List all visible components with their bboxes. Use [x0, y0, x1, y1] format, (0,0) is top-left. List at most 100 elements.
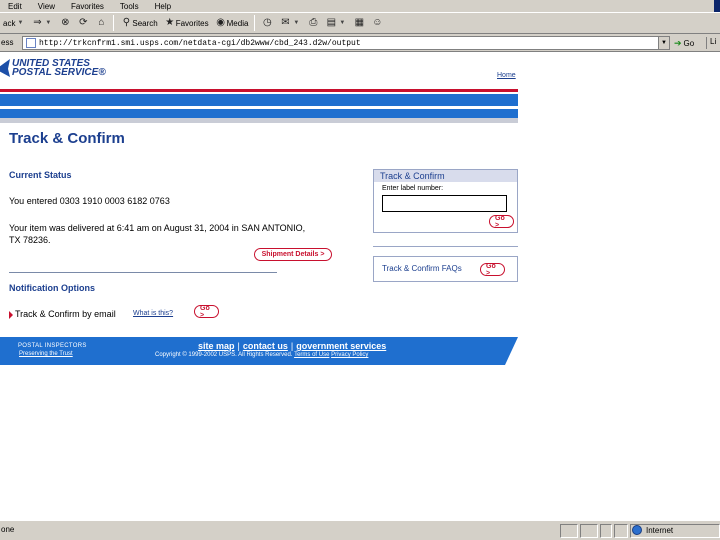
page-title: Track & Confirm	[9, 130, 125, 147]
forward-button[interactable]: ⇒ ▼	[28, 14, 56, 32]
terms-of-use-link[interactable]: Terms of Use	[294, 352, 329, 358]
print-button[interactable]: ⎙	[304, 14, 322, 32]
refresh-icon: ⟳	[79, 17, 88, 28]
status-bar: one Internet	[0, 520, 720, 540]
messenger-button[interactable]: ☺	[368, 14, 386, 32]
edit-dropdown-icon[interactable]: ▼	[339, 20, 345, 26]
page-icon	[26, 38, 36, 48]
search-icon: ⚲	[122, 17, 131, 28]
discuss-button[interactable]: ▦	[350, 14, 368, 32]
security-zone: Internet	[632, 525, 673, 535]
forward-arrow-icon: ⇒	[33, 17, 42, 28]
edit-icon: ▤	[326, 17, 337, 28]
header-stripe-blue	[0, 94, 518, 106]
menu-tools[interactable]: Tools	[120, 2, 139, 11]
whats-this-link[interactable]: What is this?	[133, 310, 173, 317]
notification-heading: Notification Options	[9, 283, 95, 293]
back-label: ack	[3, 18, 16, 28]
media-icon: ◉	[216, 17, 225, 28]
zone-label: Internet	[646, 525, 674, 535]
footer-nav-separator: |	[290, 341, 294, 351]
header-stripe-blue-lower	[0, 109, 518, 118]
status-cell	[560, 524, 578, 538]
address-label: ess	[1, 38, 14, 47]
eagle-icon	[0, 59, 10, 77]
delivered-text-line-2: TX 78236.	[9, 235, 51, 245]
faqs-label[interactable]: Track & Confirm FAQs	[382, 264, 462, 273]
footer-nav: site map | contact us | government services	[198, 341, 386, 351]
favorites-button[interactable]: ★ Favorites	[161, 14, 212, 32]
track-by-email-link[interactable]: Track & Confirm by email	[15, 309, 116, 319]
address-separator	[706, 37, 707, 49]
standard-toolbar: ack ▼ ⇒ ▼ ⊗ ⟳ ⌂ ⚲ Search ★ Favorites ◉ M…	[0, 12, 720, 34]
menu-favorites[interactable]: Favorites	[71, 2, 104, 11]
messenger-icon: ☺	[372, 17, 383, 28]
address-url[interactable]: http://trkcnfrm1.smi.usps.com/netdata-cg…	[39, 39, 361, 48]
delivered-text-line-1: Your item was delivered at 6:41 am on Au…	[9, 223, 306, 233]
track-confirm-box-title: Track & Confirm	[374, 170, 517, 182]
site-map-link[interactable]: site map	[198, 341, 235, 351]
history-icon: ◷	[263, 17, 272, 28]
faqs-go-button[interactable]: Go >	[480, 263, 505, 277]
email-go-button[interactable]: Go >	[194, 305, 219, 319]
search-label: Search	[132, 18, 158, 28]
history-button[interactable]: ◷	[258, 14, 276, 32]
stop-button[interactable]: ⊗	[56, 14, 74, 32]
faqs-box: Track & Confirm FAQs Go >	[373, 256, 518, 282]
label-number-caption: Enter label number:	[382, 185, 444, 192]
menu-view[interactable]: View	[38, 2, 55, 11]
toolbar-separator	[254, 15, 256, 31]
status-cell	[614, 524, 628, 538]
privacy-policy-link[interactable]: Privacy Policy	[331, 352, 368, 358]
menu-help[interactable]: Help	[155, 2, 171, 11]
home-icon: ⌂	[98, 17, 105, 28]
refresh-button[interactable]: ⟳	[74, 14, 92, 32]
usps-logo[interactable]: UNITED STATES POSTAL SERVICE®	[0, 56, 106, 80]
sidebar-go-button[interactable]: Go >	[489, 215, 514, 229]
page-viewport: UNITED STATES POSTAL SERVICE® Home Track…	[0, 53, 720, 520]
bullet-arrow-icon	[9, 311, 13, 319]
address-go-label: Go	[683, 38, 695, 48]
entered-text: You entered 0303 1910 0003 6182 0763	[9, 196, 170, 206]
stop-icon: ⊗	[61, 17, 70, 28]
mail-icon: ✉	[281, 17, 290, 28]
address-dropdown-icon[interactable]: ▼	[658, 37, 669, 49]
home-link[interactable]: Home	[497, 72, 516, 79]
menu-bar: Edit View Favorites Tools Help	[0, 0, 720, 12]
logo-line-2: POSTAL SERVICE®	[12, 67, 106, 78]
address-bar: ess http://trkcnfrm1.smi.usps.com/netdat…	[0, 34, 720, 52]
edit-button[interactable]: ▤ ▼	[322, 14, 350, 32]
back-button[interactable]: ack ▼	[0, 14, 28, 32]
government-services-link[interactable]: government services	[296, 341, 386, 351]
menu-edit[interactable]: Edit	[8, 2, 22, 11]
home-button[interactable]: ⌂	[92, 14, 110, 32]
mail-button[interactable]: ✉ ▼	[276, 14, 304, 32]
shipment-details-button[interactable]: Shipment Details >	[254, 248, 332, 261]
back-dropdown-icon[interactable]: ▼	[17, 20, 23, 26]
postal-inspectors-label[interactable]: POSTAL INSPECTORS	[18, 343, 87, 349]
contact-us-link[interactable]: contact us	[243, 341, 288, 351]
internet-globe-icon	[632, 525, 642, 535]
page-footer: POSTAL INSPECTORS Preserving the Trust s…	[0, 337, 518, 365]
forward-dropdown-icon[interactable]: ▼	[45, 20, 51, 26]
discuss-icon: ▦	[354, 17, 365, 28]
current-status-heading: Current Status	[9, 170, 72, 180]
print-icon: ⎙	[309, 17, 318, 28]
label-number-input[interactable]	[382, 195, 507, 212]
status-cell	[580, 524, 598, 538]
section-divider	[9, 272, 277, 273]
status-text: one	[1, 525, 15, 534]
mail-dropdown-icon[interactable]: ▼	[293, 20, 299, 26]
address-go-button[interactable]: ➔ Go	[674, 37, 694, 49]
copyright-line: Copyright © 1999-2002 USPS. All Rights R…	[155, 352, 368, 358]
address-input[interactable]: http://trkcnfrm1.smi.usps.com/netdata-cg…	[22, 36, 670, 50]
favorites-icon: ★	[165, 17, 175, 28]
media-button[interactable]: ◉ Media	[212, 14, 252, 32]
windows-logo-corner	[714, 0, 720, 12]
toolbar-separator	[113, 15, 115, 31]
preserving-trust-link[interactable]: Preserving the Trust	[19, 351, 73, 357]
links-label[interactable]: Li	[710, 37, 716, 46]
status-cell	[600, 524, 612, 538]
search-button[interactable]: ⚲ Search	[117, 14, 160, 32]
logo-text: UNITED STATES POSTAL SERVICE®	[12, 59, 106, 78]
